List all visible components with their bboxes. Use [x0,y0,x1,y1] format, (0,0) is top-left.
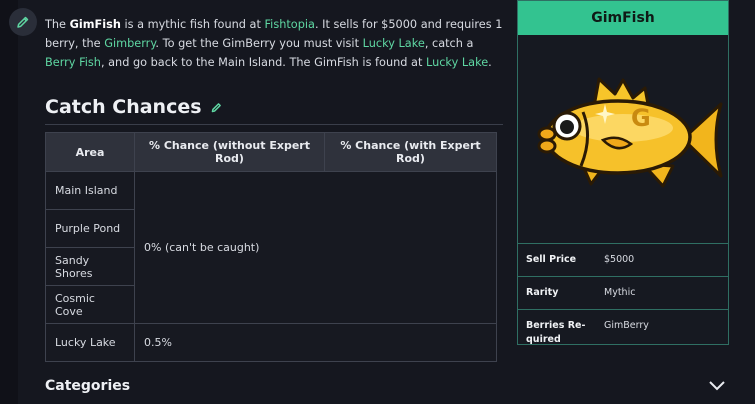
left-strip [0,0,18,404]
link-fishtopia[interactable]: Fishtopia [265,18,315,31]
header-without-rod: % Chance (without Expert Rod) [134,132,325,172]
area-cell: Purple Pond [45,209,135,248]
edit-section-icon[interactable] [210,101,223,114]
fish-letter-logo: G [631,104,651,132]
area-cell: Sandy Shores [45,247,135,286]
link-gimberry[interactable]: Gimberry [104,37,155,50]
catch-chances-table: Area % Chance (without Expert Rod) % Cha… [45,132,497,362]
intro-paragraph: The GimFish is a mythic fish found at Fi… [45,18,503,69]
info-row-berries: Berries Re-quired GimBerry [518,309,728,356]
fish-image: G [518,35,728,243]
section-title-text: Catch Chances [45,96,202,118]
categories-label: Categories [45,378,131,394]
table-header-row: Area % Chance (without Expert Rod) % Cha… [45,132,497,172]
categories-toggle[interactable]: Categories [45,378,725,394]
info-value: Mythic [604,287,636,298]
infobox-title: GimFish [518,1,728,35]
header-area: Area [45,132,135,172]
link-lucky-lake-2[interactable]: Lucky Lake [426,56,488,69]
area-cell: Lucky Lake [45,323,135,362]
table-row: Lucky Lake 0.5% [45,323,497,362]
merged-chance-cell: 0% (can't be caught) [134,171,497,324]
info-key: Rarity [526,287,559,298]
info-value: GimBerry [604,320,649,331]
info-row-sell-price: Sell Price $5000 [518,243,728,276]
chevron-down-icon [709,381,725,391]
link-lucky-lake[interactable]: Lucky Lake [363,37,425,50]
info-key: Sell Price [526,254,577,265]
edit-page-button[interactable] [9,8,37,36]
area-cell: Cosmic Cove [45,285,135,324]
info-key: Berries Re-quired [526,320,586,345]
fish-name: GimFish [69,18,121,31]
section-heading: Catch Chances [45,96,223,118]
pencil-icon [17,16,29,28]
gimfish-illustration: G [537,77,723,188]
lucky-lake-chance-cell: 0.5% [134,323,497,362]
info-value: $5000 [604,254,635,265]
infobox: GimFish G Sell Price $5000 Rarity Mythic… [517,0,729,345]
area-cell: Main Island [45,171,135,210]
link-berry-fish[interactable]: Berry Fish [45,56,101,69]
header-with-rod: % Chance (with Expert Rod) [324,132,497,172]
info-row-rarity: Rarity Mythic [518,276,728,309]
table-row: Main Island 0% (can't be caught) [45,171,497,324]
section-divider [45,124,503,125]
